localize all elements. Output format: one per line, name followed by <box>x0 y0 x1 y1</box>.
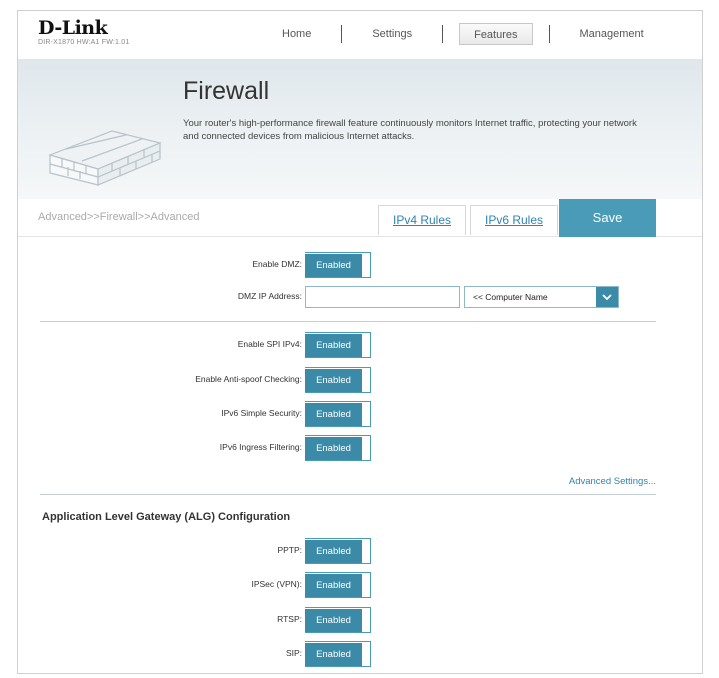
ipv6-ingress-row: IPv6 Ingress Filtering: Enabled <box>18 435 702 461</box>
toggle-state: Enabled <box>305 403 362 426</box>
nav-home[interactable]: Home <box>268 23 325 45</box>
sip-toggle[interactable]: Enabled <box>305 641 371 667</box>
enable-dmz-toggle[interactable]: Enabled <box>305 252 371 278</box>
spi-row: Enable SPI IPv4: Enabled <box>18 332 702 358</box>
ipv6-simple-security-label: IPv6 Simple Security: <box>221 408 302 418</box>
toggle-state: Enabled <box>305 437 362 460</box>
ipv6-ingress-label: IPv6 Ingress Filtering: <box>219 442 302 452</box>
pptp-toggle[interactable]: Enabled <box>305 538 371 564</box>
router-admin-page: D-Link DIR-X1870 HW:A1 FW:1.01 Home Sett… <box>17 10 703 674</box>
ipsec-row: IPSec (VPN): Enabled <box>18 572 702 598</box>
enable-dmz-row: Enable DMZ: Enabled <box>18 252 702 278</box>
top-bar: D-Link DIR-X1870 HW:A1 FW:1.01 Home Sett… <box>18 11 702 59</box>
firewall-banner: Firewall Your router's high-performance … <box>18 59 702 199</box>
antispoof-toggle[interactable]: Enabled <box>305 367 371 393</box>
hardware-info: DIR-X1870 HW:A1 FW:1.01 <box>38 39 130 46</box>
nav-separator <box>548 25 550 43</box>
sub-nav: Advanced>>Firewall>>Advanced IPv4 Rules … <box>18 199 702 237</box>
dmz-ip-label: DMZ IP Address: <box>237 291 302 301</box>
section-divider <box>40 321 656 322</box>
alg-section-title: Application Level Gateway (ALG) Configur… <box>42 511 291 523</box>
tab-ipv6-rules[interactable]: IPv6 Rules <box>470 205 558 235</box>
computer-name-value: << Computer Name <box>473 292 548 302</box>
dlink-logo[interactable]: D-Link <box>38 17 108 39</box>
ipsec-label: IPSec (VPN): <box>251 579 302 589</box>
nav-separator <box>442 25 444 43</box>
antispoof-label: Enable Anti-spoof Checking: <box>195 374 302 384</box>
tab-ipv4-rules[interactable]: IPv4 Rules <box>378 205 466 235</box>
nav-settings[interactable]: Settings <box>358 23 426 45</box>
enable-dmz-label: Enable DMZ: <box>252 259 302 269</box>
toggle-state: Enabled <box>305 254 362 277</box>
toggle-state: Enabled <box>305 574 362 597</box>
pptp-label: PPTP: <box>277 545 302 555</box>
ipsec-toggle[interactable]: Enabled <box>305 572 371 598</box>
sip-label: SIP: <box>285 648 302 658</box>
toggle-state: Enabled <box>305 369 362 392</box>
advanced-settings-link[interactable]: Advanced Settings... <box>569 476 656 487</box>
toggle-state: Enabled <box>305 643 362 666</box>
nav-management[interactable]: Management <box>566 23 658 45</box>
toggle-state: Enabled <box>305 334 362 357</box>
rtsp-toggle[interactable]: Enabled <box>305 607 371 633</box>
brick-wall-icon <box>48 130 162 186</box>
nav-features[interactable]: Features <box>459 23 533 45</box>
pptp-row: PPTP: Enabled <box>18 538 702 564</box>
dmz-ip-row: DMZ IP Address: << Computer Name <box>18 284 702 310</box>
rtsp-label: RTSP: <box>277 614 302 624</box>
ipv6-ingress-toggle[interactable]: Enabled <box>305 435 371 461</box>
save-button[interactable]: Save <box>559 199 656 237</box>
toggle-state: Enabled <box>305 540 362 563</box>
chevron-down-icon <box>596 287 618 307</box>
page-description: Your router's high-performance firewall … <box>183 118 637 142</box>
dmz-ip-input[interactable] <box>305 286 460 308</box>
breadcrumb: Advanced>>Firewall>>Advanced <box>38 211 200 223</box>
ipv6-simple-security-row: IPv6 Simple Security: Enabled <box>18 401 702 427</box>
spi-toggle[interactable]: Enabled <box>305 332 371 358</box>
toggle-state: Enabled <box>305 609 362 632</box>
main-nav: Home Settings Features Management <box>268 23 658 45</box>
page-title: Firewall <box>183 77 270 105</box>
spi-label: Enable SPI IPv4: <box>237 339 302 349</box>
section-divider <box>40 494 656 495</box>
sip-row: SIP: Enabled <box>18 641 702 667</box>
nav-separator <box>341 25 343 43</box>
antispoof-row: Enable Anti-spoof Checking: Enabled <box>18 367 702 393</box>
computer-name-select[interactable]: << Computer Name <box>464 286 619 308</box>
rtsp-row: RTSP: Enabled <box>18 607 702 633</box>
ipv6-simple-security-toggle[interactable]: Enabled <box>305 401 371 427</box>
